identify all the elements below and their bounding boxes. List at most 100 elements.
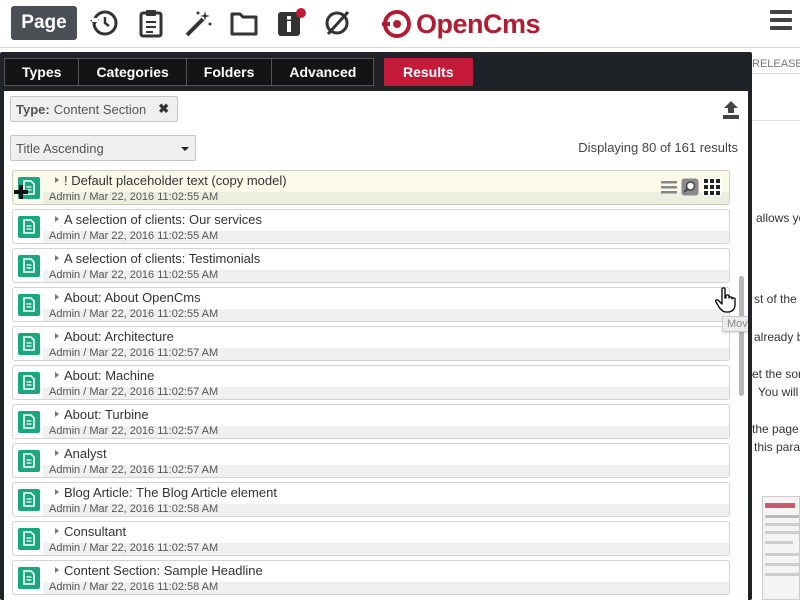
add-plus-icon[interactable] [14, 185, 28, 199]
item-meta: Admin / Mar 22, 2016 11:02:55 AM [49, 230, 219, 242]
result-item[interactable]: About: Machine Admin / Mar 22, 2016 11:02… [12, 365, 730, 400]
expand-arrow-icon[interactable] [55, 450, 59, 456]
history-icon[interactable] [88, 7, 120, 39]
logo-text: OpenCms [416, 8, 541, 39]
item-title: About: About OpenCms [64, 290, 201, 305]
bg-snippet: st of the [754, 292, 797, 306]
bg-snippet: this para [754, 440, 800, 454]
item-meta: Admin / Mar 22, 2016 11:02:57 AM [49, 347, 219, 359]
content-type-icon [18, 255, 40, 277]
item-title: About: Architecture [64, 329, 174, 344]
item-meta: Admin / Mar 22, 2016 11:02:58 AM [49, 581, 219, 593]
gallery-tab-bar: Types Categories Folders Advanced Result… [4, 58, 473, 86]
item-meta: Admin / Mar 22, 2016 11:02:55 AM [49, 269, 219, 281]
tab-results[interactable]: Results [384, 58, 473, 86]
disabled-eye-icon[interactable] [321, 7, 353, 39]
bg-snippet: already be [754, 330, 800, 344]
expand-arrow-icon[interactable] [55, 489, 59, 495]
bg-snippet: et the sor [752, 367, 800, 381]
expand-arrow-icon[interactable] [55, 294, 59, 300]
tooltip: Move to page [722, 316, 748, 332]
result-item[interactable]: A selection of clients: Our services Admi… [12, 209, 730, 244]
content-type-icon [18, 567, 40, 589]
content-type-icon [18, 450, 40, 472]
expand-arrow-icon[interactable] [55, 528, 59, 534]
clipboard-icon[interactable] [135, 7, 167, 39]
content-type-icon [18, 411, 40, 433]
sort-select-value: Title Ascending [16, 140, 104, 156]
hamburger-menu-icon[interactable] [770, 10, 792, 34]
result-item[interactable]: Consultant Admin / Mar 22, 2016 11:02:57 … [12, 521, 730, 556]
result-item[interactable]: About: About OpenCms Admin / Mar 22, 2016… [12, 287, 730, 322]
item-title: Analyst [64, 446, 107, 461]
background-page: RELEASE allows yo st of the already be e… [752, 48, 800, 600]
expand-arrow-icon[interactable] [55, 372, 59, 378]
content-type-icon [18, 333, 40, 355]
sort-select[interactable]: Title Ascending [10, 135, 196, 161]
item-meta: Admin / Mar 22, 2016 11:02:57 AM [49, 425, 219, 437]
item-title: Content Section: Sample Headline [64, 563, 263, 578]
tab-advanced[interactable]: Advanced [271, 58, 375, 86]
row-actions [661, 178, 721, 196]
item-title: Consultant [64, 524, 127, 539]
result-item[interactable]: A selection of clients: Testimonials Admi… [12, 248, 730, 283]
item-meta: Admin / Mar 22, 2016 11:02:55 AM [49, 191, 219, 203]
properties-icon[interactable] [661, 180, 677, 194]
expand-arrow-icon[interactable] [55, 411, 59, 417]
item-meta: Admin / Mar 22, 2016 11:02:58 AM [49, 503, 219, 515]
result-item[interactable]: Analyst Admin / Mar 22, 2016 11:02:57 AM [12, 443, 730, 478]
item-title: ! Default placeholder text (copy model) [64, 173, 287, 188]
expand-arrow-icon[interactable] [55, 333, 59, 339]
content-type-icon [18, 216, 40, 238]
expand-arrow-icon[interactable] [55, 177, 59, 183]
opencms-logo: OpenCms [382, 8, 541, 40]
info-icon[interactable] [275, 7, 307, 39]
expand-arrow-icon[interactable] [55, 567, 59, 573]
page-button[interactable]: Page [11, 6, 77, 40]
item-title: A selection of clients: Our services [64, 212, 262, 227]
move-to-page-icon[interactable] [703, 178, 721, 196]
scrollbar-thumb[interactable] [739, 276, 744, 396]
content-type-icon [18, 528, 40, 550]
upload-icon[interactable] [722, 100, 740, 120]
filter-value: Content Section [53, 101, 147, 117]
chevron-down-icon [181, 147, 189, 151]
item-meta: Admin / Mar 22, 2016 11:02:57 AM [49, 386, 219, 398]
result-list: ! Default placeholder text (copy model) A… [12, 170, 732, 600]
preview-search-icon[interactable] [681, 178, 699, 196]
item-title: About: Machine [64, 368, 155, 383]
result-item[interactable]: About: Architecture Admin / Mar 22, 2016 … [12, 326, 730, 361]
bg-snippet: You will [758, 385, 799, 399]
content-type-icon [18, 372, 40, 394]
top-toolbar: Page OpenCms [0, 0, 800, 48]
result-count: Displaying 80 of 161 results [578, 140, 738, 155]
page-thumbnail [762, 496, 800, 600]
tab-folders[interactable]: Folders [185, 58, 273, 86]
gallery-dialog: Types Categories Folders Advanced Result… [0, 52, 752, 600]
release-text: RELEASE [752, 58, 800, 70]
bg-snippet: the page. [752, 422, 800, 436]
result-item[interactable]: Blog Article: The Blog Article element Ad… [12, 482, 730, 517]
results-panel: Type: Content Section ✖ Title Ascending … [4, 91, 748, 600]
expand-arrow-icon[interactable] [55, 216, 59, 222]
result-item[interactable]: Content Section: Sample Headline Admin / … [12, 560, 730, 595]
bg-snippet: allows yo [756, 211, 800, 225]
item-meta: Admin / Mar 22, 2016 11:02:57 AM [49, 464, 219, 476]
result-item[interactable]: About: Turbine Admin / Mar 22, 2016 11:02… [12, 404, 730, 439]
content-type-icon [18, 489, 40, 511]
item-meta: Admin / Mar 22, 2016 11:02:55 AM [49, 308, 219, 320]
tab-categories[interactable]: Categories [78, 58, 187, 86]
item-title: A selection of clients: Testimonials [64, 251, 261, 266]
expand-arrow-icon[interactable] [55, 255, 59, 261]
item-meta: Admin / Mar 22, 2016 11:02:57 AM [49, 542, 219, 554]
hand-cursor-icon [715, 287, 736, 313]
folder-icon[interactable] [228, 7, 260, 39]
opencms-logo-icon [382, 10, 411, 38]
result-item[interactable]: ! Default placeholder text (copy model) A… [12, 170, 730, 205]
tab-types[interactable]: Types [4, 58, 80, 86]
item-title: Blog Article: The Blog Article element [64, 485, 277, 500]
item-title: About: Turbine [64, 407, 149, 422]
magic-wand-icon[interactable] [182, 7, 214, 39]
remove-filter-button[interactable]: ✖ [158, 101, 169, 117]
type-filter-chip: Type: Content Section ✖ [10, 96, 179, 122]
